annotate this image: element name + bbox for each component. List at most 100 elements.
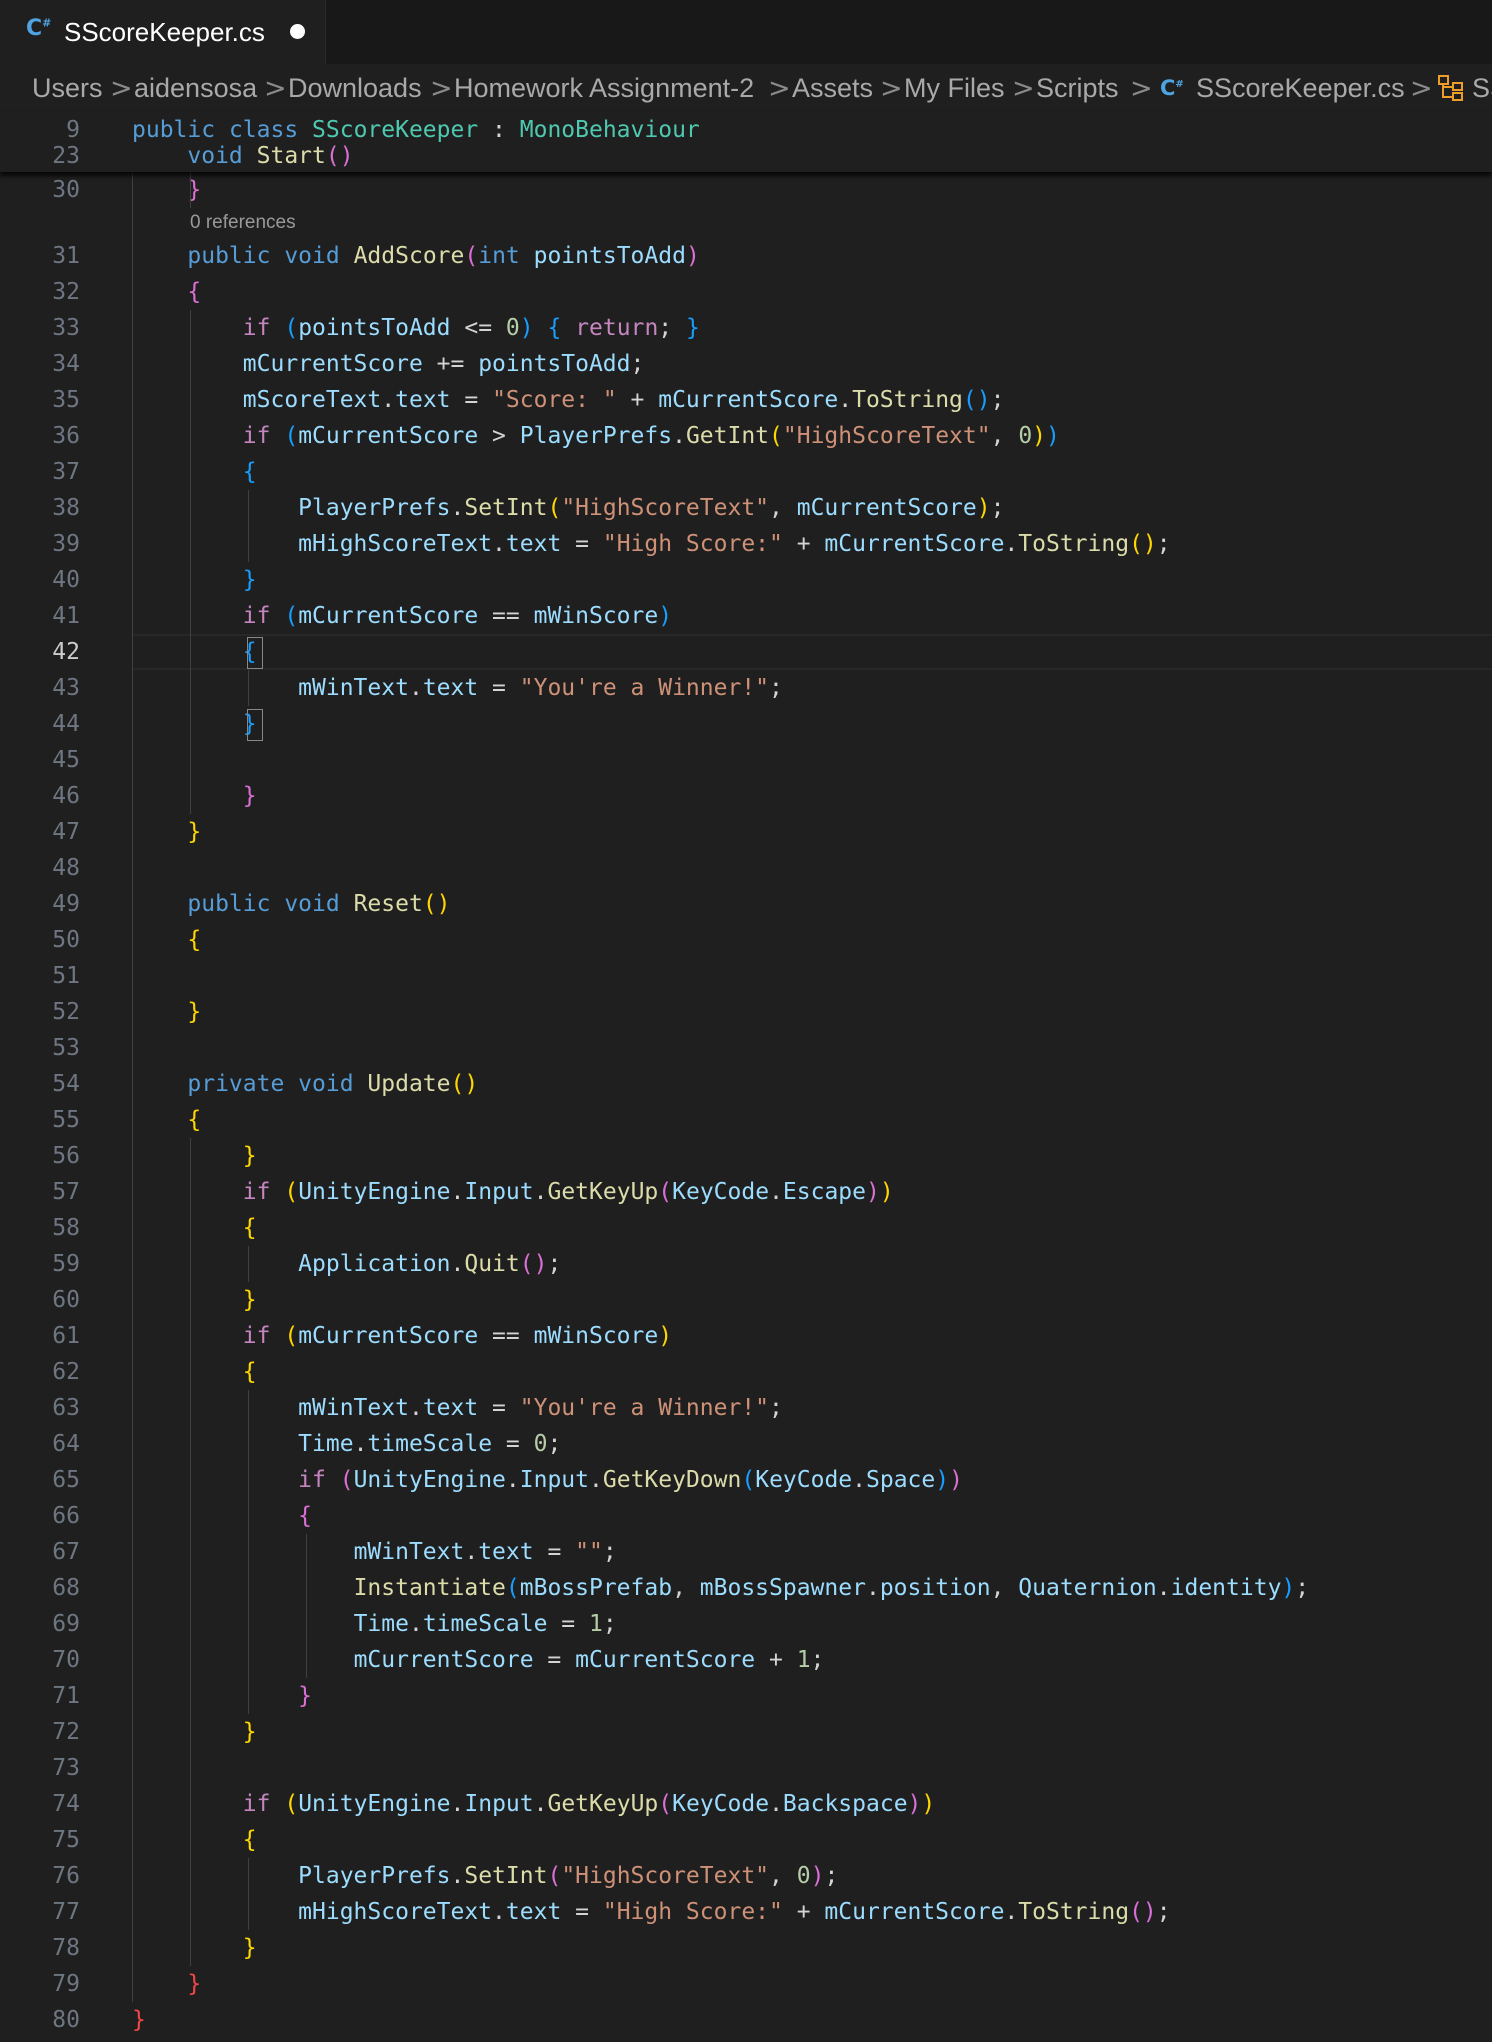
line-number[interactable]: 54 bbox=[0, 1066, 80, 1102]
code-line[interactable]: 31 public void AddScore(int pointsToAdd) bbox=[0, 238, 1492, 274]
line-number[interactable]: 45 bbox=[0, 742, 80, 778]
code-text[interactable]: if (mCurrentScore > PlayerPrefs.GetInt("… bbox=[132, 418, 1060, 454]
code-line[interactable]: 23 void Start() bbox=[0, 138, 1492, 172]
code-line[interactable]: 33 if (pointsToAdd <= 0) { return; } bbox=[0, 310, 1492, 346]
code-line[interactable]: 63 mWinText.text = "You're a Winner!"; bbox=[0, 1390, 1492, 1426]
breadcrumb-item-assets[interactable]: Assets bbox=[792, 73, 873, 104]
line-number[interactable]: 34 bbox=[0, 346, 80, 382]
line-number[interactable]: 57 bbox=[0, 1174, 80, 1210]
code-text[interactable]: PlayerPrefs.SetInt("HighScoreText", mCur… bbox=[132, 490, 1004, 526]
line-number[interactable]: 23 bbox=[0, 138, 80, 172]
code-text[interactable]: } bbox=[132, 1138, 257, 1174]
code-text[interactable]: Instantiate(mBossPrefab, mBossSpawner.po… bbox=[132, 1570, 1310, 1606]
code-line[interactable]: 38 PlayerPrefs.SetInt("HighScoreText", m… bbox=[0, 490, 1492, 526]
breadcrumb-item-users[interactable]: Users bbox=[32, 73, 103, 104]
code-line[interactable]: 44 } bbox=[0, 706, 1492, 742]
code-text[interactable]: { bbox=[132, 454, 257, 490]
line-number[interactable]: 35 bbox=[0, 382, 80, 418]
line-number[interactable]: 77 bbox=[0, 1894, 80, 1930]
codelens-references[interactable]: 0 references bbox=[190, 208, 296, 238]
code-line[interactable]: 49 public void Reset() bbox=[0, 886, 1492, 922]
code-text[interactable]: private void Update() bbox=[132, 1066, 478, 1102]
line-number[interactable]: 39 bbox=[0, 526, 80, 562]
code-line[interactable]: 39 mHighScoreText.text = "High Score:" +… bbox=[0, 526, 1492, 562]
line-number[interactable]: 31 bbox=[0, 238, 80, 274]
code-line[interactable]: 36 if (mCurrentScore > PlayerPrefs.GetIn… bbox=[0, 418, 1492, 454]
line-number[interactable]: 69 bbox=[0, 1606, 80, 1642]
line-number[interactable]: 66 bbox=[0, 1498, 80, 1534]
code-text[interactable]: if (UnityEngine.Input.GetKeyDown(KeyCode… bbox=[132, 1462, 963, 1498]
breadcrumb-item-homework-assignment[interactable]: Homework Assignment-2 bbox=[454, 73, 754, 104]
code-text[interactable]: } bbox=[132, 1714, 257, 1750]
tab-title[interactable]: SScoreKeeper.cs bbox=[64, 17, 265, 48]
line-number[interactable]: 65 bbox=[0, 1462, 80, 1498]
code-line[interactable]: 43 mWinText.text = "You're a Winner!"; bbox=[0, 670, 1492, 706]
code-text[interactable]: { bbox=[132, 1102, 201, 1138]
code-text[interactable]: { bbox=[132, 922, 201, 958]
code-text[interactable]: if (mCurrentScore == mWinScore) bbox=[132, 598, 672, 634]
line-number[interactable]: 41 bbox=[0, 598, 80, 634]
line-number[interactable]: 55 bbox=[0, 1102, 80, 1138]
line-number[interactable]: 42 bbox=[0, 634, 80, 670]
code-text[interactable]: mWinText.text = ""; bbox=[132, 1534, 617, 1570]
code-text[interactable]: } bbox=[132, 706, 257, 742]
breadcrumb-item-scripts[interactable]: Scripts bbox=[1036, 73, 1119, 104]
code-line[interactable]: 51 bbox=[0, 958, 1492, 994]
code-line[interactable]: 30 } bbox=[0, 172, 1492, 208]
code-text[interactable]: Time.timeScale = 1; bbox=[132, 1606, 617, 1642]
code-text[interactable]: mCurrentScore += pointsToAdd; bbox=[132, 346, 645, 382]
code-line[interactable]: 66 { bbox=[0, 1498, 1492, 1534]
line-number[interactable]: 70 bbox=[0, 1642, 80, 1678]
code-line[interactable]: 42 { bbox=[0, 634, 1492, 670]
code-text[interactable]: { bbox=[132, 1498, 312, 1534]
code-line[interactable]: 70 mCurrentScore = mCurrentScore + 1; bbox=[0, 1642, 1492, 1678]
line-number[interactable]: 73 bbox=[0, 1750, 80, 1786]
code-line[interactable]: 73 bbox=[0, 1750, 1492, 1786]
line-number[interactable]: 38 bbox=[0, 490, 80, 526]
code-text[interactable]: mCurrentScore = mCurrentScore + 1; bbox=[132, 1642, 825, 1678]
code-text[interactable]: } bbox=[132, 1678, 312, 1714]
code-text[interactable]: PlayerPrefs.SetInt("HighScoreText", 0); bbox=[132, 1858, 838, 1894]
code-text[interactable]: { bbox=[132, 1354, 257, 1390]
line-number[interactable]: 47 bbox=[0, 814, 80, 850]
code-text[interactable]: if (pointsToAdd <= 0) { return; } bbox=[132, 310, 700, 346]
line-number[interactable]: 72 bbox=[0, 1714, 80, 1750]
code-line[interactable]: 40 } bbox=[0, 562, 1492, 598]
line-number[interactable]: 63 bbox=[0, 1390, 80, 1426]
code-text[interactable]: if (UnityEngine.Input.GetKeyUp(KeyCode.E… bbox=[132, 1174, 894, 1210]
code-line[interactable]: 60 } bbox=[0, 1282, 1492, 1318]
line-number[interactable]: 50 bbox=[0, 922, 80, 958]
code-text[interactable]: if (mCurrentScore == mWinScore) bbox=[132, 1318, 672, 1354]
line-number[interactable]: 32 bbox=[0, 274, 80, 310]
breadcrumb-item-aidensosa[interactable]: aidensosa bbox=[134, 73, 257, 104]
code-line[interactable]: 54 private void Update() bbox=[0, 1066, 1492, 1102]
editor-tab[interactable]: C# SScoreKeeper.cs bbox=[0, 0, 326, 64]
line-number[interactable]: 33 bbox=[0, 310, 80, 346]
line-number[interactable]: 52 bbox=[0, 994, 80, 1030]
line-number[interactable]: 68 bbox=[0, 1570, 80, 1606]
code-text[interactable]: } bbox=[132, 778, 257, 814]
code-line[interactable]: 77 mHighScoreText.text = "High Score:" +… bbox=[0, 1894, 1492, 1930]
code-line[interactable]: 68 Instantiate(mBossPrefab, mBossSpawner… bbox=[0, 1570, 1492, 1606]
code-line[interactable]: 52 } bbox=[0, 994, 1492, 1030]
line-number[interactable]: 62 bbox=[0, 1354, 80, 1390]
code-line[interactable]: 59 Application.Quit(); bbox=[0, 1246, 1492, 1282]
line-number[interactable]: 49 bbox=[0, 886, 80, 922]
code-text[interactable]: { bbox=[132, 274, 201, 310]
line-number[interactable]: 36 bbox=[0, 418, 80, 454]
code-text[interactable]: { bbox=[132, 1822, 257, 1858]
code-line[interactable]: 37 { bbox=[0, 454, 1492, 490]
code-line[interactable]: 34 mCurrentScore += pointsToAdd; bbox=[0, 346, 1492, 382]
code-line[interactable]: 79 } bbox=[0, 1966, 1492, 2002]
line-number[interactable]: 64 bbox=[0, 1426, 80, 1462]
code-line[interactable]: 72 } bbox=[0, 1714, 1492, 1750]
code-line[interactable]: 47 } bbox=[0, 814, 1492, 850]
code-line[interactable]: 69 Time.timeScale = 1; bbox=[0, 1606, 1492, 1642]
code-text[interactable]: public void AddScore(int pointsToAdd) bbox=[132, 238, 699, 274]
line-number[interactable]: 74 bbox=[0, 1786, 80, 1822]
code-line[interactable]: 75 { bbox=[0, 1822, 1492, 1858]
sticky-scroll[interactable]: 9 public class SScoreKeeper : MonoBehavio… bbox=[0, 112, 1492, 172]
code-line[interactable]: 78 } bbox=[0, 1930, 1492, 1966]
code-line[interactable]: 76 PlayerPrefs.SetInt("HighScoreText", 0… bbox=[0, 1858, 1492, 1894]
line-number[interactable]: 30 bbox=[0, 172, 80, 208]
